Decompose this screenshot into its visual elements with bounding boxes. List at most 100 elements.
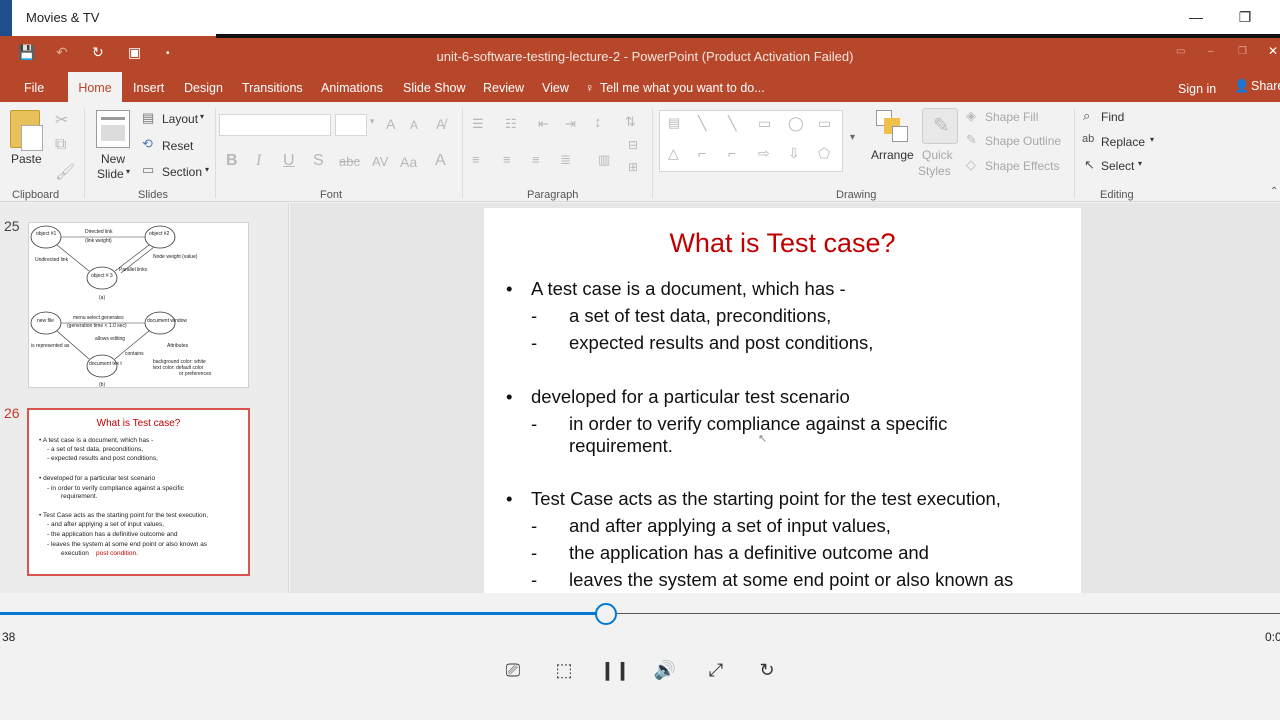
down-arrow-shape-icon[interactable]: ⇩ xyxy=(788,145,800,162)
change-case-icon[interactable]: Aa xyxy=(400,154,417,170)
shrink-font-icon[interactable]: A xyxy=(410,118,418,132)
font-family-input[interactable] xyxy=(219,114,331,136)
quick-styles-button[interactable]: Quick xyxy=(922,148,953,162)
tab-design[interactable]: Design xyxy=(184,81,223,95)
strikethrough-icon[interactable]: abc xyxy=(339,154,360,169)
columns-icon[interactable]: ▥ xyxy=(598,152,610,168)
align-left-icon[interactable]: ≡ xyxy=(472,152,480,167)
slide-26-thumbnail[interactable]: What is Test case? • A test case is a do… xyxy=(27,408,250,576)
callout-shape-icon[interactable]: ⬠ xyxy=(818,145,830,162)
aspect-ratio-button[interactable]: ⬚ xyxy=(550,656,578,684)
new-slide-button-2[interactable]: Slide xyxy=(97,167,124,181)
format-painter-icon[interactable]: 🖌 xyxy=(55,162,75,182)
line-shape-icon[interactable]: ╲ xyxy=(698,115,706,132)
align-right-icon[interactable]: ≡ xyxy=(532,152,540,167)
tab-review[interactable]: Review xyxy=(483,81,524,95)
justify-icon[interactable]: ≣ xyxy=(560,152,571,168)
tab-insert[interactable]: Insert xyxy=(133,81,164,95)
seek-track[interactable] xyxy=(606,613,1280,614)
layout-button[interactable]: Layout xyxy=(162,112,198,126)
oval-shape-icon[interactable]: ◯ xyxy=(788,115,804,132)
rounded-rect-shape-icon[interactable]: ▭ xyxy=(818,115,831,132)
shapes-gallery[interactable]: ▤ ╲ ╲ ▭ ◯ ▭ △ ⌐ ⌐ ⇨ ⇩ ⬠ xyxy=(659,110,843,172)
current-slide[interactable]: What is Test case? • A test case is a do… xyxy=(484,208,1081,593)
pause-button[interactable]: ❙❙ xyxy=(600,656,630,684)
reset-button[interactable]: Reset xyxy=(162,139,193,153)
smartart-icon[interactable]: ⊞ xyxy=(628,160,638,174)
tab-slide-show[interactable]: Slide Show xyxy=(403,81,466,95)
text-direction-icon[interactable]: ⇅ xyxy=(625,114,636,130)
arrange-icon[interactable] xyxy=(876,108,910,146)
align-center-icon[interactable]: ≡ xyxy=(503,152,511,167)
find-button[interactable]: Find xyxy=(1101,110,1124,124)
repeat-button[interactable]: ↻ xyxy=(753,656,781,684)
bold-icon[interactable]: B xyxy=(226,152,238,170)
paste-icon[interactable] xyxy=(10,110,43,151)
paste-button[interactable]: Paste xyxy=(11,152,42,166)
shape-effects-icon[interactable]: ◇ xyxy=(966,157,976,173)
new-slide-button[interactable]: New xyxy=(101,152,125,166)
textbox-shape-icon[interactable]: ▤ xyxy=(668,115,680,131)
ppt-minimize-icon[interactable]: – xyxy=(1208,46,1214,57)
replace-button[interactable]: Replace xyxy=(1101,135,1145,149)
shape-fill-icon[interactable]: ◈ xyxy=(966,108,976,124)
volume-button[interactable]: 🔊 xyxy=(651,656,679,684)
tab-animations[interactable]: Animations xyxy=(321,81,383,95)
elbow-connector-icon[interactable]: ⌐ xyxy=(698,145,706,161)
new-slide-dropdown-icon[interactable]: ▾ xyxy=(126,167,130,176)
right-arrow-shape-icon[interactable]: ⇨ xyxy=(758,145,770,162)
increase-indent-icon[interactable]: ⇥ xyxy=(565,116,576,132)
section-dropdown-icon[interactable]: ▾ xyxy=(205,165,209,174)
layout-dropdown-icon[interactable]: ▾ xyxy=(200,112,204,121)
select-dropdown-icon[interactable]: ▾ xyxy=(1138,159,1142,168)
arrange-button[interactable]: Arrange xyxy=(871,148,914,162)
shape-outline-icon[interactable]: ✎ xyxy=(966,132,977,148)
minimize-button[interactable]: — xyxy=(1173,0,1219,34)
character-spacing-icon[interactable]: AV xyxy=(372,154,388,169)
italic-icon[interactable]: I xyxy=(256,152,261,170)
collapse-ribbon-icon[interactable]: ⌃ xyxy=(1270,186,1278,197)
shape-fill-button[interactable]: Shape Fill xyxy=(985,110,1038,124)
section-button[interactable]: Section xyxy=(162,165,202,179)
restore-button[interactable]: ❐ xyxy=(1222,0,1268,34)
bullets-icon[interactable]: ☰ xyxy=(472,116,484,132)
quick-styles-icon[interactable]: ✎ xyxy=(922,108,958,144)
cut-icon[interactable]: ✂ xyxy=(55,110,68,130)
clear-formatting-icon[interactable]: A̸ xyxy=(436,116,445,132)
copy-icon[interactable]: ⧉ xyxy=(55,136,66,154)
sign-in-link[interactable]: Sign in xyxy=(1178,82,1216,96)
grow-font-icon[interactable]: A xyxy=(386,116,395,132)
decrease-indent-icon[interactable]: ⇤ xyxy=(538,116,549,132)
seek-handle[interactable] xyxy=(595,603,617,625)
select-button[interactable]: Select xyxy=(1101,159,1134,173)
slide-25-thumbnail[interactable]: object #1 object #2 object # 3 Directed … xyxy=(28,222,249,388)
shape-effects-button[interactable]: Shape Effects xyxy=(985,159,1060,173)
elbow-arrow-icon[interactable]: ⌐ xyxy=(728,145,736,161)
new-slide-icon[interactable] xyxy=(96,110,130,148)
share-button[interactable]: Share xyxy=(1251,79,1280,93)
rectangle-shape-icon[interactable]: ▭ xyxy=(758,115,771,132)
text-shadow-icon[interactable]: S xyxy=(313,152,324,170)
triangle-shape-icon[interactable]: △ xyxy=(668,145,679,162)
align-text-icon[interactable]: ⊟ xyxy=(628,138,638,152)
replace-dropdown-icon[interactable]: ▾ xyxy=(1150,135,1154,144)
font-size-dropdown-icon[interactable]: ▾ xyxy=(370,116,375,127)
arrow-line-shape-icon[interactable]: ╲ xyxy=(728,115,736,132)
underline-icon[interactable]: U xyxy=(283,152,295,170)
quick-styles-button-2[interactable]: Styles xyxy=(918,164,951,178)
tab-transitions[interactable]: Transitions xyxy=(242,81,303,95)
ppt-restore-icon[interactable]: ❐ xyxy=(1238,46,1247,57)
font-color-icon[interactable]: A xyxy=(435,152,446,170)
ribbon-display-icon[interactable]: ▭ xyxy=(1176,46,1185,57)
numbering-icon[interactable]: ☷ xyxy=(505,116,517,132)
tell-me-box[interactable]: Tell me what you want to do... xyxy=(600,81,765,95)
line-spacing-icon[interactable]: ↕ xyxy=(594,114,602,131)
tab-view[interactable]: View xyxy=(542,81,569,95)
cast-button[interactable]: ⎚ xyxy=(499,656,527,684)
shapes-more-icon[interactable]: ▾ xyxy=(850,132,855,143)
tab-home[interactable]: Home xyxy=(68,72,122,102)
shape-outline-button[interactable]: Shape Outline xyxy=(985,134,1061,148)
ppt-close-icon[interactable]: ✕ xyxy=(1268,44,1278,58)
font-size-input[interactable] xyxy=(335,114,367,136)
tab-file[interactable]: File xyxy=(24,81,44,95)
